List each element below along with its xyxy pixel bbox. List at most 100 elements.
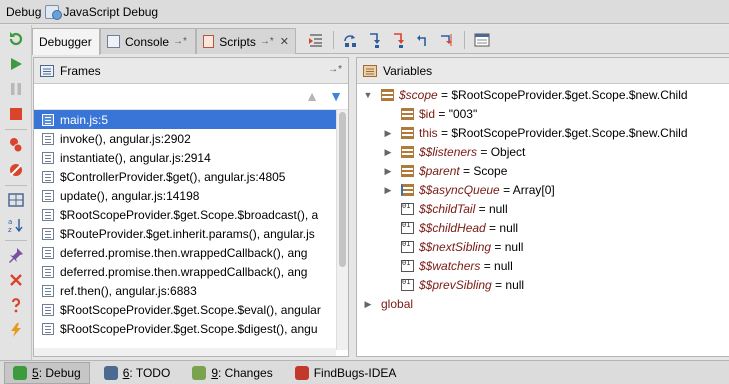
variable-row[interactable]: $$childTail = null: [357, 200, 729, 219]
sort-alphabetically-icon[interactable]: az: [8, 217, 24, 233]
variable-value: = $RootScopeProvider.$get.Scope.$new.Chi…: [437, 126, 688, 140]
javascript-debug-icon: [45, 4, 63, 20]
collapsed-triangle-icon[interactable]: ▶: [363, 299, 373, 309]
collapsed-triangle-icon[interactable]: ▶: [383, 128, 393, 138]
frame-row[interactable]: ref.then(), angular.js:6883: [34, 281, 336, 300]
stop-icon[interactable]: [8, 106, 24, 122]
collapsed-triangle-icon[interactable]: ▶: [383, 185, 393, 195]
stack-frame-icon: [42, 265, 54, 278]
pin-icon[interactable]: →*: [173, 36, 187, 47]
arrow-down-icon[interactable]: ▼: [328, 88, 344, 104]
frame-label: $RootScopeProvider.$get.Scope.$eval(), a…: [60, 302, 321, 317]
resume-icon[interactable]: [8, 56, 24, 72]
variable-value: = "003": [435, 107, 478, 121]
step-into-icon[interactable]: [367, 32, 383, 48]
scrollbar-thumb[interactable]: [339, 112, 346, 267]
variable-row[interactable]: $id = "003": [357, 105, 729, 124]
tool-window-label: : TODO: [129, 365, 171, 380]
run-to-cursor-icon[interactable]: [439, 32, 455, 48]
window-title: Debug: [6, 4, 42, 19]
pause-icon[interactable]: [8, 81, 24, 97]
variable-row[interactable]: ▶ $parent = Scope: [357, 162, 729, 181]
frame-row[interactable]: $RouteProvider.$get.inherit.params(), an…: [34, 224, 336, 243]
stack-frame-icon: [42, 246, 54, 259]
variable-row[interactable]: ▶ $$asyncQueue = Array[0]: [357, 181, 729, 200]
variable-text: $$childTail = null: [419, 202, 508, 216]
arrow-up-icon[interactable]: ▲: [304, 88, 320, 104]
tab-debugger[interactable]: Debugger: [32, 28, 100, 55]
variable-row[interactable]: $$nextSibling = null: [357, 238, 729, 257]
field-icon: [401, 108, 414, 120]
variable-text: $parent = Scope: [419, 164, 507, 178]
variable-row[interactable]: $$childHead = null: [357, 219, 729, 238]
field-icon: [401, 165, 414, 177]
frames-list: main.js:5 invoke(), angular.js:2902 instan…: [34, 110, 336, 350]
collapsed-triangle-icon[interactable]: ▶: [383, 147, 393, 157]
stack-frame-icon: [42, 151, 54, 164]
debug-icon: [13, 365, 27, 380]
view-breakpoints-icon[interactable]: [8, 137, 24, 153]
variable-text: $$asyncQueue = Array[0]: [419, 183, 555, 197]
frame-row[interactable]: instantiate(), angular.js:2914: [34, 148, 336, 167]
variable-value: = null: [491, 240, 524, 254]
tab-scripts[interactable]: Scripts →* ✕: [196, 28, 296, 54]
frame-row[interactable]: $RootScopeProvider.$get.Scope.$broadcast…: [34, 205, 336, 224]
tool-window-debug[interactable]: 5: Debug: [4, 361, 90, 384]
frame-label: $RootScopeProvider.$get.Scope.$digest(),…: [60, 321, 318, 336]
expanded-triangle-icon[interactable]: ▼: [363, 90, 373, 100]
frame-row[interactable]: $RootScopeProvider.$get.Scope.$digest(),…: [34, 319, 336, 338]
frame-row[interactable]: main.js:5: [34, 110, 336, 129]
console-icon: [107, 35, 120, 48]
step-out-icon[interactable]: [415, 32, 431, 48]
toolbar-separator: [5, 129, 27, 130]
restore-layout-icon[interactable]: [8, 192, 24, 208]
variable-value: = Array[0]: [499, 183, 555, 197]
help-icon[interactable]: [8, 297, 24, 313]
toolbar-separator: [333, 31, 334, 49]
variable-name: $parent: [419, 164, 460, 178]
lightning-icon[interactable]: [8, 322, 24, 338]
tab-console[interactable]: Console →*: [100, 28, 196, 54]
settings-pin-icon[interactable]: [8, 247, 24, 263]
variable-value: = $RootScopeProvider.$get.Scope.$new.Chi…: [437, 88, 688, 102]
primitive-icon: [401, 259, 414, 272]
variable-row[interactable]: ▼ $scope = $RootScopeProvider.$get.Scope.…: [357, 86, 729, 105]
pin-icon[interactable]: →*: [260, 36, 274, 47]
step-over-icon[interactable]: [343, 32, 359, 48]
variable-name: $$asyncQueue: [419, 183, 500, 197]
tool-window-findbugs[interactable]: FindBugs-IDEA: [287, 362, 405, 384]
frame-row[interactable]: update(), angular.js:14198: [34, 186, 336, 205]
variable-row[interactable]: ▶ global: [357, 295, 729, 314]
force-step-into-icon[interactable]: [391, 32, 407, 48]
show-execution-point-icon[interactable]: [308, 32, 324, 48]
frame-row[interactable]: $RootScopeProvider.$get.Scope.$eval(), a…: [34, 300, 336, 319]
frame-label: $RootScopeProvider.$get.Scope.$broadcast…: [60, 207, 319, 222]
frame-row[interactable]: invoke(), angular.js:2902: [34, 129, 336, 148]
stack-frame-icon: [42, 284, 54, 297]
frames-vertical-scrollbar[interactable]: [336, 110, 348, 350]
frame-label: invoke(), angular.js:2902: [60, 131, 191, 146]
variable-row[interactable]: $$watchers = null: [357, 257, 729, 276]
frame-row[interactable]: deferred.promise.then.wrappedCallback(),…: [34, 262, 336, 281]
evaluate-expression-icon[interactable]: [474, 32, 490, 48]
collapsed-triangle-icon[interactable]: ▶: [383, 166, 393, 176]
frame-row[interactable]: $ControllerProvider.$get(), angular.js:4…: [34, 167, 336, 186]
close-icon[interactable]: [8, 272, 24, 288]
frame-row[interactable]: deferred.promise.then.wrappedCallback(),…: [34, 243, 336, 262]
mute-breakpoints-icon[interactable]: [8, 162, 24, 178]
variable-row[interactable]: $$prevSibling = null: [357, 276, 729, 295]
field-icon: [381, 89, 394, 101]
tool-window-todo[interactable]: 6: TODO: [96, 362, 179, 384]
frame-label: main.js:5: [60, 112, 109, 127]
pin-icon[interactable]: →*: [328, 64, 342, 75]
mnemonic-key: 5: [32, 365, 39, 380]
close-tab-icon[interactable]: ✕: [280, 35, 289, 48]
tool-window-changes[interactable]: 9: Changes: [184, 362, 280, 384]
frames-horizontal-scrollbar[interactable]: [34, 348, 336, 356]
variable-name: $$listeners: [419, 145, 478, 159]
variable-row[interactable]: ▶ this = $RootScopeProvider.$get.Scope.$n…: [357, 124, 729, 143]
rerun-icon[interactable]: [8, 31, 24, 47]
variable-text: $$watchers = null: [419, 259, 513, 273]
tab-console-label: Console: [125, 34, 170, 49]
variable-row[interactable]: ▶ $$listeners = Object: [357, 143, 729, 162]
